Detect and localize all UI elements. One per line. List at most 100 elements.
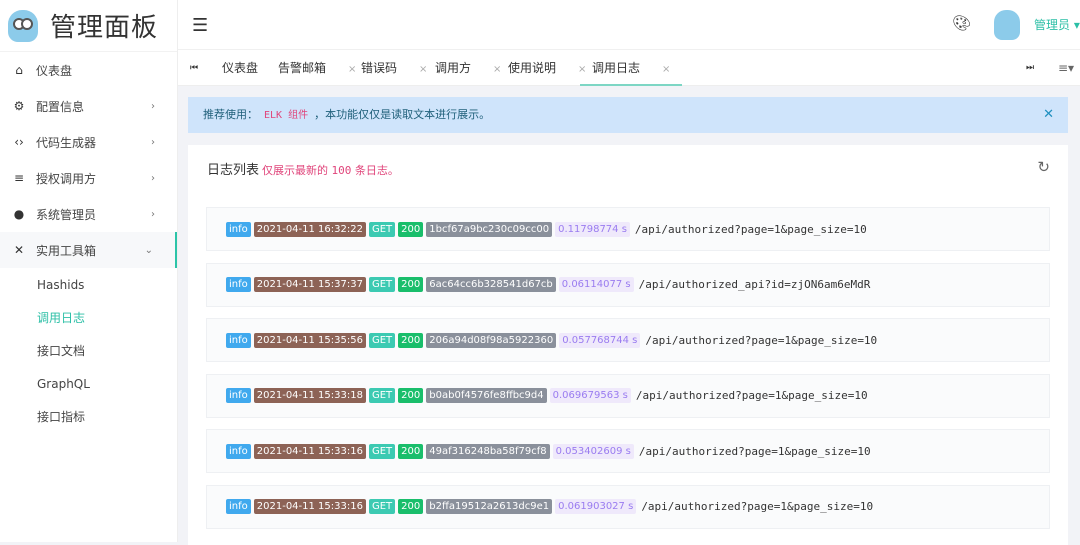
log-id-badge: 6ac64cc6b328541d67cb [426, 277, 556, 292]
log-status-badge: 200 [398, 388, 424, 403]
log-row: info 2021-04-11 15:33:16 GET 200 49af316248b… [206, 429, 1050, 473]
log-method-badge: GET [368, 221, 396, 237]
card-title: 日志列表 仅展示最新的 100 条日志。 [207, 159, 399, 178]
log-id-badge: 49af316248ba58f79cf8 [426, 443, 550, 459]
sidebar-subitem[interactable]: 调用日志 [0, 301, 177, 334]
log-path: /api/authorized?page=1&page_size=10 [634, 222, 867, 236]
log-time-badge: 2021-04-11 15:33:16 [253, 443, 366, 459]
log-level-badge: info [226, 221, 251, 237]
log-method-badge: GET [368, 499, 396, 514]
log-duration-badge: 0.11798774 s [555, 221, 630, 237]
log-time-badge: 2021-04-11 15:37:37 [253, 277, 366, 292]
log-path: /api/authorized?page=1&page_size=10 [635, 389, 868, 402]
sidebar-subitem[interactable]: GraphQL [0, 367, 177, 400]
log-method-badge: GET [368, 277, 396, 292]
scroll-right-icon[interactable]: ⏭ [1026, 50, 1034, 86]
header: ☰ 🎨︎ 管理员 ▾ [178, 0, 1080, 50]
sidebar-item-label: 授权调用方 [36, 171, 97, 186]
checklist-icon: ≡ [13, 171, 25, 185]
app-title: 管理面板 [50, 13, 159, 43]
log-card: 日志列表 仅展示最新的 100 条日志。 ↻ info 2021-04-11 16:… [188, 145, 1068, 545]
log-time-badge: 2021-04-11 15:33:18 [253, 388, 366, 403]
card-title-text: 日志列表 [207, 163, 260, 178]
log-row: info 2021-04-11 15:33:16 GET 200 b2ffa19512a… [206, 484, 1050, 529]
chevron-right-icon: › [151, 100, 155, 112]
sidebar-item-4[interactable]: ● 系统管理员 › [0, 196, 177, 232]
sidebar-item-label: 仪表盘 [36, 63, 73, 78]
tab-1[interactable]: 告警邮箱 × [278, 50, 356, 86]
code-icon: ‹› [14, 135, 24, 149]
refresh-icon[interactable]: ↻ [1037, 158, 1050, 176]
log-method-badge: GET [368, 332, 396, 348]
sidebar-item-3[interactable]: ≡ 授权调用方 › [0, 160, 177, 196]
tab-label: 调用日志 [592, 61, 641, 75]
menu-toggle-icon[interactable]: ☰ [192, 15, 208, 36]
card-note: 仅展示最新的 100 条日志。 [262, 164, 399, 177]
log-method-badge: GET [368, 388, 396, 403]
log-status-badge: 200 [398, 277, 424, 292]
close-tab-icon[interactable]: × [662, 64, 670, 75]
tab-label: 错误码 [361, 61, 398, 75]
sidebar-item-1[interactable]: ⚙ 配置信息 › [0, 88, 177, 124]
sidebar-item-5[interactable]: ✕ 实用工具箱 ⌄ [0, 232, 177, 268]
log-duration-badge: 0.057768744 s [559, 332, 641, 348]
tab-4[interactable]: 使用说明 × [508, 50, 586, 86]
log-status-badge: 200 [398, 443, 424, 459]
user-icon: ● [13, 207, 25, 221]
chevron-right-icon: › [151, 208, 155, 220]
tab-bar: ⏮ 仪表盘 告警邮箱 × 错误码 × 调用方 × 使用说明 × 调用日志 × ⏭ ≡▾ [178, 50, 1080, 86]
tab-label: 调用方 [435, 61, 472, 75]
scroll-left-icon[interactable]: ⏮ [190, 50, 198, 86]
sidebar-item-2[interactable]: ‹› 代码生成器 › [0, 124, 177, 160]
log-time-badge: 2021-04-11 15:35:56 [253, 332, 366, 348]
tab-0[interactable]: 仪表盘 [222, 50, 258, 86]
close-tab-icon[interactable]: × [493, 64, 501, 75]
tab-2[interactable]: 错误码 × [361, 50, 427, 86]
info-alert: 推荐使用： ELK 组件 ，本功能仅仅是读取文本进行展示。 ✕ [188, 97, 1068, 133]
tab-menu-icon[interactable]: ≡▾ [1058, 50, 1074, 86]
alert-suffix: ，本功能仅仅是读取文本进行展示。 [314, 108, 491, 121]
logo[interactable]: 管理面板 [0, 0, 177, 52]
sidebar-subitem[interactable]: 接口指标 [0, 400, 177, 433]
log-level-badge: info [226, 499, 251, 514]
log-status-badge: 200 [398, 332, 424, 348]
sidebar-item-0[interactable]: ⌂ 仪表盘 [0, 52, 177, 88]
log-id-badge: b2ffa19512a2613dc9e1 [426, 499, 553, 514]
sidebar-item-label: 系统管理员 [36, 207, 97, 222]
user-menu[interactable]: 管理员 ▾ [1034, 16, 1080, 33]
sidebar-item-label: 配置信息 [36, 99, 85, 114]
log-duration-badge: 0.069679563 s [549, 388, 631, 403]
close-tab-icon[interactable]: × [419, 64, 427, 75]
log-path: /api/authorized?page=1&page_size=10 [645, 333, 878, 347]
tab-5[interactable]: 调用日志 × [580, 50, 683, 86]
palette-icon[interactable]: 🎨︎ [952, 14, 971, 32]
log-status-badge: 200 [398, 221, 424, 237]
alert-highlight: ELK 组件 [264, 110, 309, 121]
close-icon[interactable]: ✕ [1043, 97, 1054, 133]
log-id-badge: 206a94d08f98a5922360 [426, 332, 557, 348]
tools-icon: ✕ [13, 243, 25, 257]
avatar[interactable] [994, 10, 1020, 40]
sidebar-subitem[interactable]: Hashids [0, 268, 177, 301]
settings-icon: ⚙ [13, 99, 25, 113]
tab-label: 告警邮箱 [278, 61, 327, 75]
chevron-right-icon: › [151, 172, 155, 184]
log-path: /api/authorized?page=1&page_size=10 [638, 444, 871, 458]
log-level-badge: info [226, 332, 251, 348]
log-time-badge: 2021-04-11 15:33:16 [253, 499, 366, 514]
sidebar: 管理面板 ⌂ 仪表盘 ⚙ 配置信息 › ‹› 代码生成器 › ≡ 授权调用方 › ● 系统管理员 › ✕ 实用… [0, 0, 178, 542]
log-row: info 2021-04-11 15:37:37 GET 200 6ac64cc6b32… [206, 262, 1050, 307]
close-tab-icon[interactable]: × [348, 64, 356, 75]
log-duration-badge: 0.053402609 s [552, 443, 634, 459]
log-time-badge: 2021-04-11 16:32:22 [253, 221, 366, 237]
tab-3[interactable]: 调用方 × [435, 50, 501, 86]
sidebar-subitem[interactable]: 接口文档 [0, 334, 177, 367]
sidebar-item-label: 实用工具箱 [36, 243, 97, 258]
log-id-badge: b0ab0f4576fe8ffbc9d4 [426, 388, 547, 403]
log-row: info 2021-04-11 15:35:56 GET 200 206a94d08f9… [206, 318, 1050, 362]
log-method-badge: GET [368, 443, 396, 459]
log-row: info 2021-04-11 15:33:18 GET 200 b0ab0f4576f… [206, 373, 1050, 418]
log-duration-badge: 0.06114077 s [558, 277, 634, 292]
sidebar-item-label: 代码生成器 [36, 135, 97, 150]
log-path: /api/authorized_api?id=zjON6am6eMdR [638, 278, 871, 291]
